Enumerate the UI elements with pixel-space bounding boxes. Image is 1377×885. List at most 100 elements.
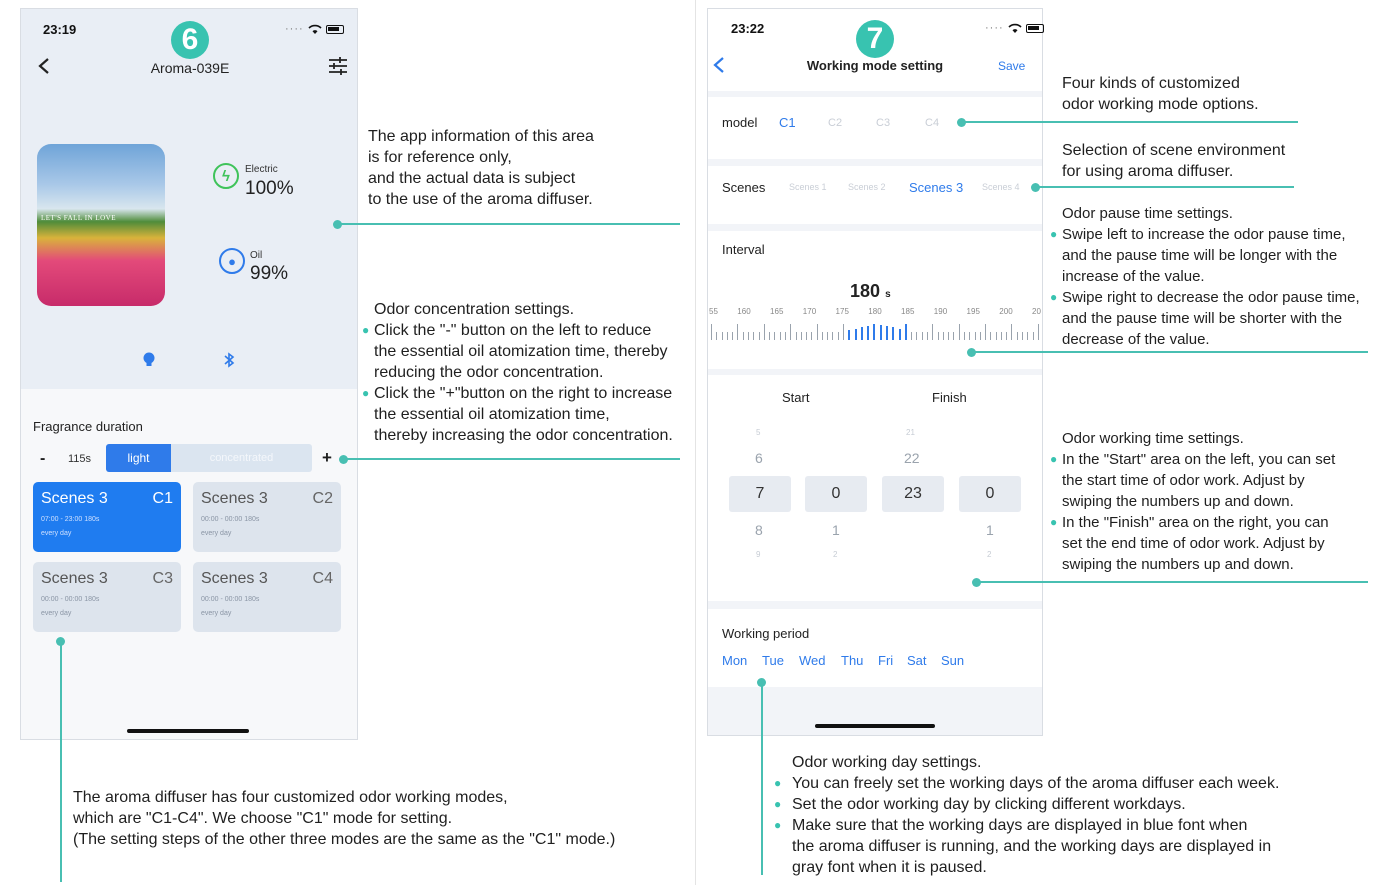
minus-button[interactable]: -	[40, 450, 45, 468]
photo-caption: LET'S FALL IN LOVE	[41, 214, 117, 222]
day-tue[interactable]: Tue	[762, 653, 784, 668]
period-section	[708, 609, 1042, 687]
callout-line-text: In the "Start" area on the left, you can…	[1062, 451, 1336, 468]
mode-card-c4[interactable]: Scenes 3 C4 00:00 - 00:00 180s every day	[193, 562, 341, 632]
mode-card-c2[interactable]: Scenes 3 C2 00:00 - 00:00 180s every day	[193, 482, 341, 552]
step-badge: 7	[856, 20, 894, 58]
start-minute-wheel[interactable]: 0	[805, 476, 867, 512]
ruler-tick	[821, 332, 823, 340]
model-option-c1[interactable]: C1	[779, 115, 796, 130]
callout-bullet: ● Click the "-" button on the left to re…	[362, 322, 668, 381]
bluetooth-icon[interactable]	[223, 352, 235, 368]
start-hour-wheel[interactable]: 7	[729, 476, 791, 512]
ruler-tick	[753, 332, 755, 340]
scene-option-1[interactable]: Scenes 1	[789, 182, 827, 192]
ruler-tick	[806, 332, 808, 340]
status-icons: ····	[285, 23, 344, 35]
ruler-tick	[837, 332, 839, 340]
ruler-tick	[827, 332, 829, 340]
wheel-faded: 2	[833, 550, 838, 559]
scenes-label: Scenes	[722, 180, 766, 195]
day-sat[interactable]: Sat	[907, 653, 927, 668]
card-days: every day	[201, 610, 232, 617]
ruler-tick	[816, 324, 818, 340]
callout-heading: Odor working time settings.	[1062, 430, 1244, 447]
callout-line-text: to the use of the aroma diffuser.	[368, 191, 593, 208]
day-sun[interactable]: Sun	[941, 653, 964, 668]
callout-line	[977, 581, 1368, 583]
model-option-c2[interactable]: C2	[828, 117, 842, 129]
callout-line	[962, 121, 1298, 123]
model-label: model	[722, 115, 758, 130]
scene-option-2[interactable]: Scenes 2	[848, 182, 886, 192]
callout-line	[344, 458, 680, 460]
ruler-tick	[747, 332, 749, 340]
plus-button[interactable]: +	[322, 448, 332, 468]
callout-app-info: The app information of this area is for …	[368, 126, 594, 210]
settings-sliders-icon[interactable]	[328, 57, 348, 75]
oil-drop-icon: ●	[219, 248, 245, 274]
callout-bullet: ● Swipe right to decrease the odor pause…	[1050, 289, 1360, 348]
ruler-tick	[800, 332, 802, 340]
callout-line-text: Make sure that the working days are disp…	[792, 817, 1248, 834]
card-code: C2	[312, 490, 333, 507]
mode-card-c1[interactable]: Scenes 3 C1 07:00 - 23:00 180s every day	[33, 482, 181, 552]
callout-line-text: reducing the odor concentration.	[374, 364, 604, 381]
callout-heading: Odor pause time settings.	[1062, 205, 1233, 222]
finish-label: Finish	[932, 390, 967, 405]
ruler-tick	[763, 324, 765, 340]
tick-label: 165	[770, 307, 784, 316]
ruler-tick	[860, 327, 863, 340]
card-name: Scenes 3	[201, 490, 268, 507]
model-option-c4[interactable]: C4	[925, 117, 939, 129]
finish-hour-wheel[interactable]: 23	[882, 476, 944, 512]
ruler-tick	[932, 324, 934, 340]
callout-bullet: ● You can freely set the working days of…	[774, 775, 1280, 792]
mode-card-c3[interactable]: Scenes 3 C3 00:00 - 00:00 180s every day	[33, 562, 181, 632]
status-time: 23:22	[731, 21, 765, 36]
save-button[interactable]: Save	[998, 59, 1025, 73]
ruler-tick	[958, 324, 960, 340]
battery-icon	[325, 24, 344, 34]
interval-ruler-slider[interactable]	[711, 318, 1039, 340]
electric-label: Electric	[245, 164, 278, 175]
callout-line-text: swiping the numbers up and down.	[1062, 556, 1294, 573]
callout-bullet: ● Click the "+"button on the right to in…	[362, 385, 673, 444]
ruler-tick	[969, 332, 971, 340]
card-time: 00:00 - 00:00 180s	[41, 596, 100, 603]
callout-line-text: and the pause time will be longer with t…	[1062, 247, 1338, 264]
callout-line	[972, 351, 1368, 353]
light-bulb-icon[interactable]	[142, 352, 156, 368]
callout-heading: Odor concentration settings.	[374, 301, 575, 318]
scene-option-4[interactable]: Scenes 4	[982, 182, 1020, 192]
ruler-tick	[1027, 332, 1029, 340]
scene-option-3[interactable]: Scenes 3	[909, 180, 963, 195]
callout-line-text: for using aroma diffuser.	[1062, 163, 1234, 180]
day-thu[interactable]: Thu	[841, 653, 863, 668]
segment-concentrated[interactable]: concentrated	[171, 444, 312, 472]
ruler-tick	[995, 332, 997, 340]
interval-number: 180	[850, 281, 881, 301]
ruler-tick	[1000, 332, 1002, 340]
callout-line-text: is for reference only,	[368, 149, 512, 166]
callout-scene-selection: Selection of scene environment for using…	[1062, 140, 1285, 182]
finish-minute-wheel[interactable]: 0	[959, 476, 1021, 512]
ruler-tick	[711, 324, 712, 340]
day-fri[interactable]: Fri	[878, 653, 893, 668]
ruler-tick	[953, 332, 955, 340]
device-title: Aroma-039E	[150, 60, 230, 76]
ruler-tick	[892, 327, 895, 340]
day-wed[interactable]: Wed	[799, 653, 826, 668]
ruler-tick	[758, 332, 760, 340]
home-indicator	[127, 729, 249, 733]
card-days: every day	[41, 530, 72, 537]
signal-icon: ····	[985, 22, 1004, 34]
card-days: every day	[41, 610, 72, 617]
callout-line	[338, 223, 680, 225]
segment-light[interactable]: light	[106, 444, 171, 472]
day-mon[interactable]: Mon	[722, 653, 747, 668]
callout-line-text: (The setting steps of the other three mo…	[73, 831, 616, 848]
ruler-tick	[1011, 324, 1013, 340]
model-option-c3[interactable]: C3	[876, 117, 890, 129]
wheel-number: 6	[755, 450, 763, 466]
